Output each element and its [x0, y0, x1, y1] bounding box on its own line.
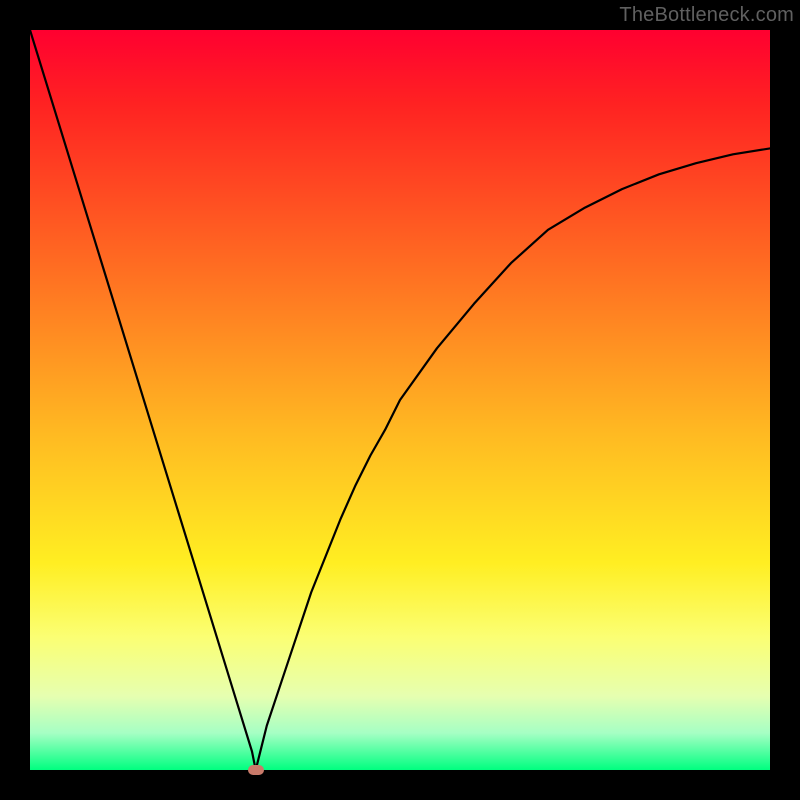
watermark-text: TheBottleneck.com [619, 4, 794, 27]
chart-frame: TheBottleneck.com [0, 0, 800, 800]
plot-area [30, 30, 770, 770]
bottleneck-curve [30, 30, 770, 770]
minimum-marker [248, 765, 264, 775]
